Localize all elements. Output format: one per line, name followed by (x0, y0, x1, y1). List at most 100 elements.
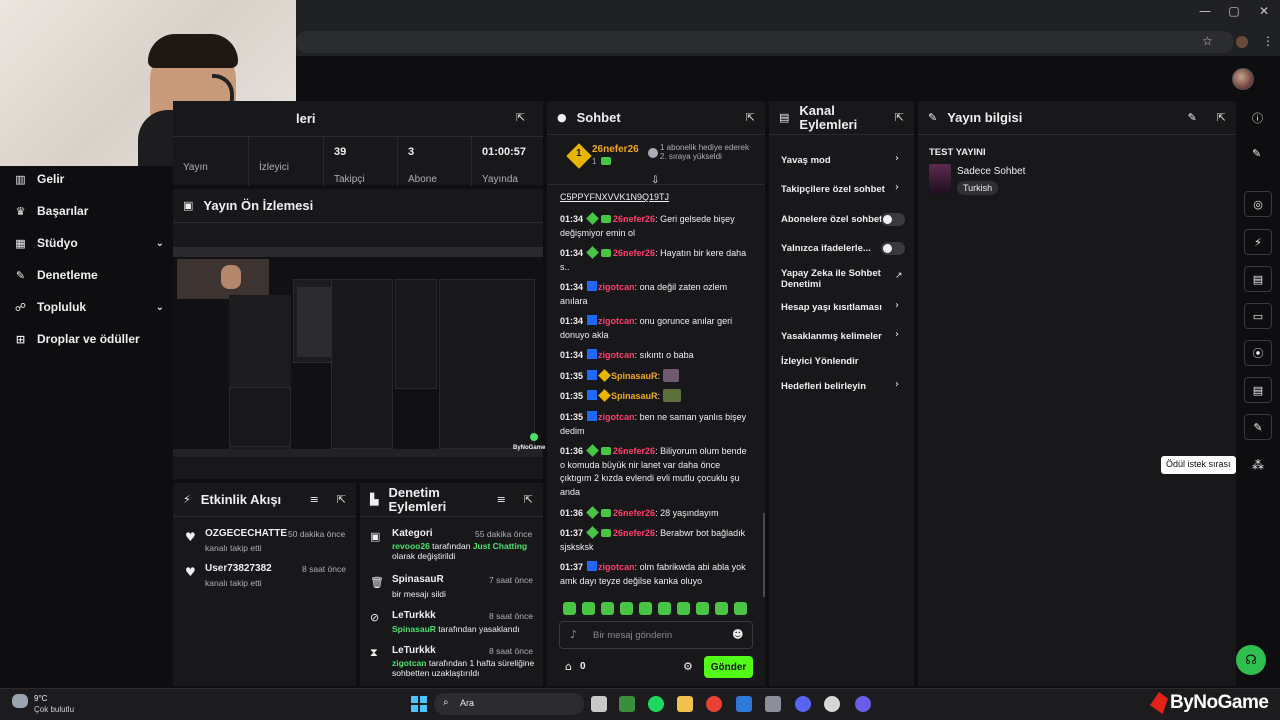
support-icon[interactable]: ☊ (1236, 645, 1266, 675)
chat-message: 01:36 26nefer26: Biliyorum olum bende o k… (560, 444, 747, 497)
stat-yayinda: 01:00:57 Yayında (471, 136, 543, 186)
popout-icon[interactable]: ⇱ (1217, 111, 1226, 124)
action-raid[interactable]: İzleyici Yönlendir (781, 356, 903, 367)
studio-icon: ▦ (15, 236, 26, 250)
nav-item-topluluk[interactable]: ☍ Topluluk ⌄ (14, 297, 164, 317)
nav-item-droplar[interactable]: ⊞ Droplar ve ödüller (14, 329, 164, 349)
chat-message: 01:34 zigotcan: ona değil zaten ozlem anı… (560, 281, 728, 306)
popout-icon[interactable]: ⇱ (337, 493, 346, 506)
preview-video[interactable]: ByNoGame (173, 247, 545, 457)
popout-icon[interactable]: ⇱ (524, 493, 533, 506)
mic-icon[interactable]: ♪ (570, 628, 577, 641)
popout-icon[interactable]: ⇱ (895, 111, 904, 124)
app2-icon[interactable] (855, 696, 871, 712)
nav-item-gelir[interactable]: ▥ Gelir (14, 169, 164, 189)
activity-title: Etkinlik Akışı (200, 491, 282, 507)
action-slow-mode[interactable]: Yavaş mod (781, 155, 903, 166)
chat-message: 01:35 SpinasauR: (560, 369, 752, 384)
avatar[interactable] (1232, 68, 1254, 90)
chat-time: 01:34 (560, 350, 584, 360)
nav-item-basarilar[interactable]: ♛ Başarılar (14, 201, 164, 221)
chat-username[interactable]: 26nefer26 (613, 508, 655, 518)
chat-username[interactable]: 26nefer26 (613, 528, 655, 538)
taskbar-search[interactable]: ⌕ Ara (434, 693, 584, 715)
weather-icon[interactable] (12, 694, 28, 708)
filter-icon[interactable]: ≡ (497, 493, 506, 506)
send-button[interactable]: Gönder (704, 656, 753, 678)
chevron-down-icon: ⌄ (155, 237, 164, 249)
broadcast-icon[interactable]: ⦿ (1244, 340, 1272, 366)
popout-icon[interactable]: ⇱ (746, 111, 755, 124)
nav-item-denetleme[interactable]: ✎ Denetleme (14, 265, 164, 285)
settings-icon[interactable]: ⚙ (683, 660, 693, 673)
nav-item-studyo[interactable]: ▦ Stüdyo ⌄ (14, 233, 164, 253)
nav-label: Denetleme (37, 268, 98, 282)
windows-start-icon[interactable] (411, 696, 427, 712)
task-view-icon[interactable] (591, 696, 607, 712)
chrome-icon[interactable] (706, 696, 722, 712)
action-ai-moderation[interactable]: Yapay Zeka ile Sohbet Denetimi (781, 268, 889, 290)
camera-icon[interactable]: ◎ (1244, 191, 1272, 217)
popout-icon[interactable]: ⇱ (516, 111, 525, 124)
subs-only-toggle[interactable] (881, 213, 905, 226)
spotify-icon[interactable] (648, 696, 664, 712)
obs-icon[interactable] (824, 696, 840, 712)
minimize-icon[interactable]: — (1195, 4, 1215, 20)
chat-username[interactable]: zigotcan (598, 350, 635, 360)
points-icon[interactable]: ⌂ (565, 660, 572, 673)
notes-icon[interactable]: ▤ (1244, 266, 1272, 292)
emote-bar[interactable] (563, 602, 753, 620)
category-thumbnail[interactable] (929, 164, 951, 194)
chat-username[interactable]: SpinasauR (611, 371, 658, 381)
menu-icon[interactable]: ⋮ (1262, 34, 1274, 48)
store-icon[interactable] (619, 696, 635, 712)
emote-only-toggle[interactable] (881, 242, 905, 255)
action-banned-words[interactable]: Yasaklanmış kelimeler (781, 331, 903, 342)
chat-username[interactable]: zigotcan (598, 562, 635, 572)
chevron-right-icon: › (895, 300, 899, 311)
chat-username[interactable]: zigotcan (598, 412, 635, 422)
chat-username[interactable]: 26nefer26 (613, 214, 655, 224)
bookmark-star-icon[interactable]: ☆ (1202, 34, 1213, 48)
wrench-icon[interactable]: ✎ (1244, 414, 1272, 440)
trophy-icon: ♛ (15, 204, 26, 218)
category-name[interactable]: Sadece Sohbet (957, 166, 1025, 177)
info-icon[interactable]: ⓘ (1252, 110, 1263, 126)
address-bar[interactable] (296, 31, 1234, 53)
emote-icon (662, 369, 679, 382)
close-icon[interactable]: ✕ (1254, 4, 1274, 20)
folder-icon[interactable] (677, 696, 693, 712)
bolt-icon[interactable]: ⚡ (1244, 229, 1272, 255)
emoji-icon[interactable]: ☻ (732, 628, 743, 641)
profile-icon[interactable] (1236, 36, 1248, 48)
scroll-down-icon[interactable]: ⇩ (651, 175, 659, 186)
badge-icon (601, 249, 612, 257)
discord-icon[interactable] (795, 696, 811, 712)
chat-panel: ● Sohbet ⇱ 1 26nefer26 1 1 abonelik hedi… (547, 101, 765, 686)
app-icon[interactable] (765, 696, 781, 712)
edit-icon[interactable]: ✎ (1188, 111, 1197, 124)
filter-icon[interactable]: ≡ (310, 493, 319, 506)
chat-message: 01:35 zigotcan: ben ne saman yanlıs bişey… (560, 411, 747, 436)
action-followers-only[interactable]: Takipçilere özel sohbet (781, 184, 903, 195)
mail-icon[interactable] (736, 696, 752, 712)
chat-input[interactable]: ♪ Bir mesaj gönderin ☻ (559, 621, 753, 649)
badge-icon (601, 215, 612, 223)
category-icon: ▣ (370, 530, 381, 543)
list-icon[interactable]: ▤ (1244, 377, 1272, 403)
scrollbar[interactable] (763, 513, 765, 597)
badge-icon (586, 212, 599, 225)
chat-username[interactable]: 26nefer26 (613, 248, 655, 258)
action-goals[interactable]: Hedefleri belirleyin (781, 381, 903, 392)
chat-username[interactable]: zigotcan (598, 282, 635, 292)
chat-username[interactable]: SpinasauR (611, 391, 658, 401)
chat-username[interactable]: zigotcan (598, 316, 635, 326)
edit-icon[interactable]: ✎ (1252, 147, 1261, 160)
chat-username[interactable]: 26nefer26 (613, 446, 655, 456)
maximize-icon[interactable]: ▢ (1224, 4, 1244, 20)
action-account-age[interactable]: Hesap yaşı kısıtlaması (781, 302, 903, 313)
badge-icon (587, 561, 598, 571)
chat-icon[interactable]: ▭ (1244, 303, 1272, 329)
stream-info-panel: ✎ Yayın bilgisi ✎ ⇱ TEST YAYINI Sadece S… (918, 101, 1236, 686)
rewards-icon[interactable]: ⁂ (1252, 458, 1264, 472)
